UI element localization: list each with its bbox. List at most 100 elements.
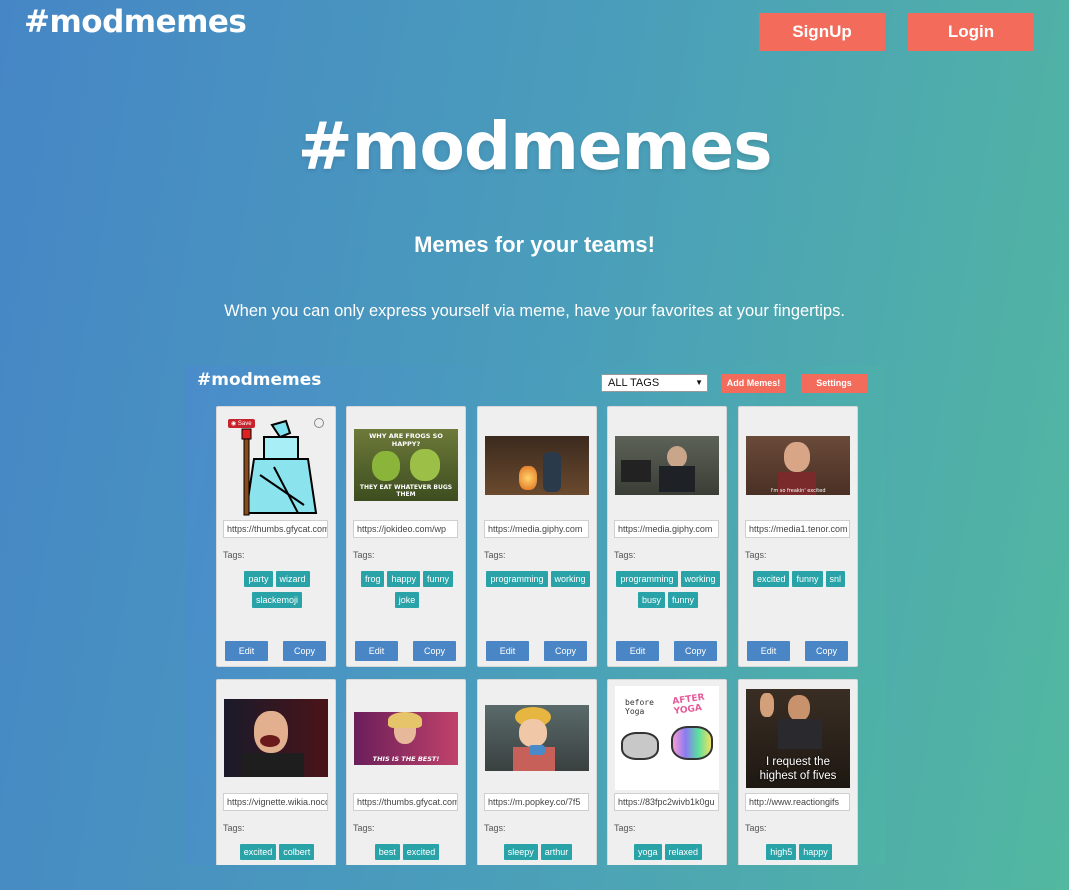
tag-chip: working bbox=[680, 571, 720, 587]
meme-caption: I'm so freakin' excited bbox=[770, 488, 826, 494]
top-nav: #modmemes SignUp Login bbox=[0, 0, 1069, 60]
chevron-down-icon: ▼ bbox=[695, 378, 703, 387]
tags-label: Tags: bbox=[484, 550, 506, 560]
tag-chip: funny bbox=[667, 592, 699, 608]
meme-card: https://vignette.wikia.nocookie Tags: ex… bbox=[216, 679, 336, 865]
hero-subtitle: Memes for your teams! bbox=[414, 232, 655, 257]
meme-card: THIS IS THE BEST! https://thumbs.gfycat.… bbox=[346, 679, 466, 865]
tags-label: Tags: bbox=[614, 823, 636, 833]
meme-card: https://media.giphy.com Tags: programmin… bbox=[477, 406, 597, 667]
tag-chip: relaxed bbox=[664, 844, 703, 860]
edit-button: Edit bbox=[355, 641, 398, 661]
meme-caption: WHY ARE FROGS SO HAPPY? bbox=[369, 432, 443, 448]
tag-filter-value: ALL TAGS bbox=[608, 377, 660, 389]
tag-list: excited funny snl bbox=[743, 571, 855, 587]
meme-card: ◉ Save https://thumbs.gfycat.com Tags: p… bbox=[216, 406, 336, 667]
meme-card: I'm so freakin' excited https://media1.t… bbox=[738, 406, 858, 667]
tag-chip: excited bbox=[752, 571, 790, 587]
meme-url-field: https://jokideo.com/wp bbox=[353, 520, 458, 538]
meme-card: I request the highest of fives http://ww… bbox=[738, 679, 858, 865]
tag-chip: working bbox=[550, 571, 590, 587]
meme-url-field: https://media.giphy.com bbox=[484, 520, 589, 538]
tag-list: sleepy arthur bbox=[482, 844, 594, 860]
pixel-wizard-icon bbox=[241, 419, 318, 516]
meme-url-field: https://media.giphy.com bbox=[614, 520, 719, 538]
preview-brand: #modmemes bbox=[197, 370, 322, 390]
tags-label: Tags: bbox=[223, 550, 245, 560]
login-button[interactable]: Login bbox=[908, 13, 1034, 51]
tag-chip: slackemoji bbox=[251, 592, 302, 608]
meme-url-field: http://www.reactiongifs bbox=[745, 793, 850, 811]
tag-list: high5 happy bbox=[743, 844, 855, 860]
meme-caption: THEY EAT WHATEVER BUGS THEM bbox=[359, 484, 453, 498]
meme-url-field: https://thumbs.gfycat.com bbox=[353, 793, 458, 811]
meme-image-snl: I'm so freakin' excited bbox=[746, 436, 850, 495]
copy-button: Copy bbox=[283, 641, 326, 661]
tag-filter-select: ALL TAGS ▼ bbox=[601, 374, 708, 392]
tag-chip: busy bbox=[637, 592, 665, 608]
meme-caption: before Yoga bbox=[625, 698, 654, 716]
tag-chip: arthur bbox=[540, 844, 573, 860]
meme-image-unicorn: before Yoga AFTER YOGA bbox=[615, 686, 719, 790]
edit-button: Edit bbox=[747, 641, 790, 661]
meme-url-field: https://83fpc2wivb1k0gu bbox=[614, 793, 719, 811]
meme-image-colbert bbox=[224, 699, 328, 777]
tag-chip: excited bbox=[239, 844, 277, 860]
meme-image-wizard: ◉ Save bbox=[224, 415, 328, 519]
tags-label: Tags: bbox=[745, 823, 767, 833]
tag-chip: programming bbox=[616, 571, 678, 587]
meme-url-field: https://m.popkey.co/7f5 bbox=[484, 793, 589, 811]
meme-card: https://m.popkey.co/7f5 Tags: sleepy art… bbox=[477, 679, 597, 865]
tag-list: programming working busy funny bbox=[612, 571, 724, 608]
tag-chip: sleepy bbox=[503, 844, 538, 860]
tag-chip: happy bbox=[387, 571, 420, 587]
tag-chip: funny bbox=[423, 571, 454, 587]
settings-button: Settings bbox=[801, 374, 867, 393]
meme-url-field: https://media1.tenor.com bbox=[745, 520, 850, 538]
tag-chip: best bbox=[374, 844, 400, 860]
tag-chip: funny bbox=[792, 571, 823, 587]
meme-image-high-five: I request the highest of fives bbox=[746, 689, 850, 788]
tag-chip: frog bbox=[360, 571, 385, 587]
meme-url-field: https://thumbs.gfycat.com bbox=[223, 520, 328, 538]
tag-chip: excited bbox=[402, 844, 440, 860]
tag-chip: colbert bbox=[279, 844, 315, 860]
meme-card: before Yoga AFTER YOGA https://83fpc2wiv… bbox=[607, 679, 727, 865]
meme-url-field: https://vignette.wikia.nocookie bbox=[223, 793, 328, 811]
tag-list: best excited bbox=[351, 844, 463, 860]
tag-chip: joke bbox=[394, 592, 420, 608]
edit-button: Edit bbox=[486, 641, 529, 661]
tag-chip: yoga bbox=[633, 844, 662, 860]
meme-card: WHY ARE FROGS SO HAPPY? THEY EAT WHATEVE… bbox=[346, 406, 466, 667]
tags-label: Tags: bbox=[353, 823, 375, 833]
copy-button: Copy bbox=[674, 641, 717, 661]
copy-button: Copy bbox=[805, 641, 848, 661]
edit-button: Edit bbox=[616, 641, 659, 661]
add-memes-button: Add Memes! bbox=[721, 374, 786, 393]
tags-label: Tags: bbox=[353, 550, 375, 560]
tag-chip: party bbox=[244, 571, 273, 587]
tag-list: programming working bbox=[482, 571, 594, 587]
app-preview-screenshot: #modmemes ALL TAGS ▼ Add Memes! Settings… bbox=[185, 366, 885, 865]
tags-label: Tags: bbox=[745, 550, 767, 560]
tag-chip: snl bbox=[825, 571, 846, 587]
tags-label: Tags: bbox=[614, 550, 636, 560]
tag-chip: programming bbox=[486, 571, 548, 587]
meme-caption: THIS IS THE BEST! bbox=[372, 755, 440, 763]
tag-chip: wizard bbox=[275, 571, 310, 587]
brand-logo[interactable]: #modmemes bbox=[24, 4, 247, 40]
copy-button: Copy bbox=[413, 641, 456, 661]
meme-caption: I request the highest of fives bbox=[759, 756, 837, 782]
meme-caption: AFTER YOGA bbox=[671, 692, 706, 717]
tag-list: party wizard slackemoji bbox=[221, 571, 333, 608]
meme-card: https://media.giphy.com Tags: programmin… bbox=[607, 406, 727, 667]
meme-image-typing bbox=[615, 436, 719, 495]
edit-button: Edit bbox=[225, 641, 268, 661]
tag-chip: happy bbox=[799, 844, 832, 860]
hero-title: #modmemes bbox=[297, 108, 772, 185]
hero-description: When you can only express yourself via m… bbox=[224, 302, 845, 320]
signup-button[interactable]: SignUp bbox=[759, 13, 885, 51]
tags-label: Tags: bbox=[223, 823, 245, 833]
meme-image-frogs: WHY ARE FROGS SO HAPPY? THEY EAT WHATEVE… bbox=[354, 429, 458, 501]
copy-button: Copy bbox=[544, 641, 587, 661]
